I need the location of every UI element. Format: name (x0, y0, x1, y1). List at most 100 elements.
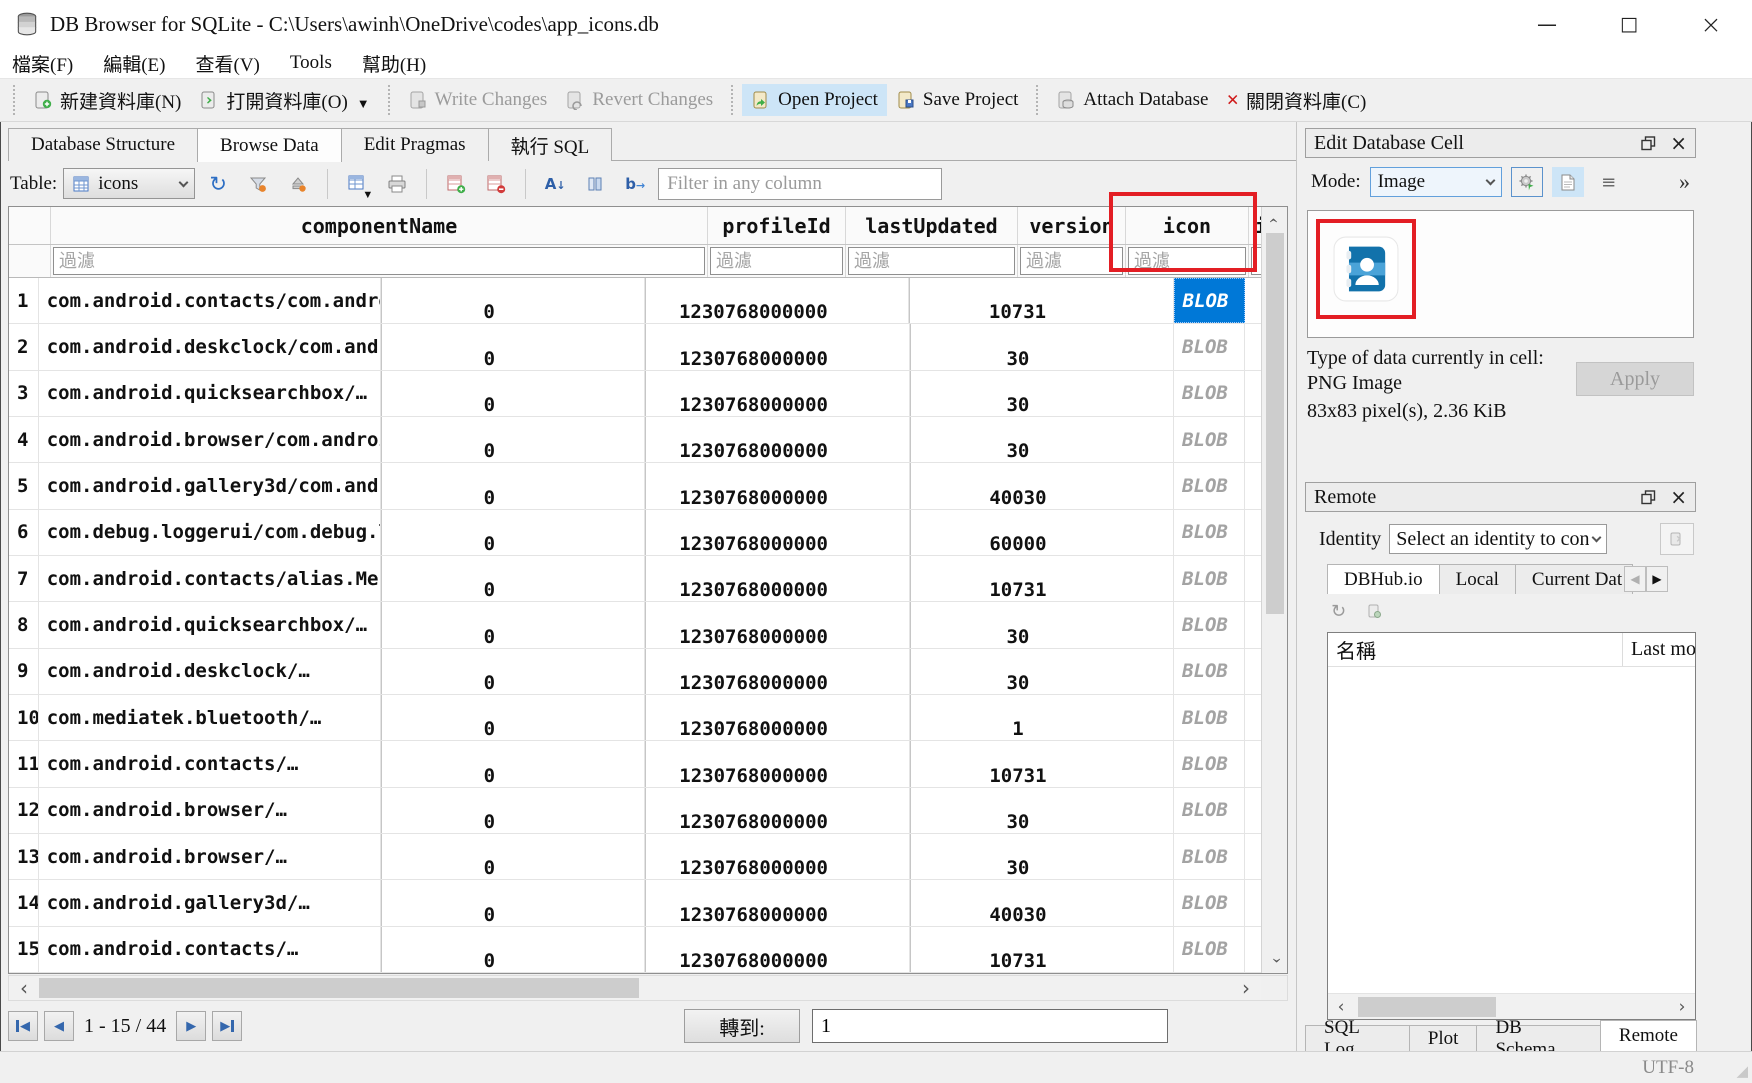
row-number-cell[interactable]: 15 (9, 927, 39, 972)
tab-sql-log[interactable]: SQL Log (1305, 1025, 1410, 1051)
identity-select[interactable]: Select an identity to conne (1389, 524, 1607, 554)
truncated-cell[interactable] (1245, 463, 1261, 508)
horizontal-scrollbar-thumb[interactable] (39, 978, 639, 998)
lastupdated-cell[interactable]: 1230768000000 (645, 602, 909, 647)
tab-execute-sql[interactable]: 執行 SQL (488, 128, 613, 161)
header-lastupdated[interactable]: lastUpdated (846, 207, 1018, 244)
componentname-cell[interactable]: com.android.browser/… (39, 788, 381, 833)
icon-blob-cell[interactable]: BLOB (1174, 834, 1245, 879)
tab-dbhub[interactable]: DBHub.io (1327, 564, 1440, 594)
truncated-cell[interactable] (1245, 556, 1261, 601)
tab-current-database[interactable]: Current Dat (1515, 564, 1633, 594)
row-number-cell[interactable]: 12 (9, 788, 39, 833)
truncated-cell[interactable] (1245, 880, 1261, 925)
print-button[interactable] (380, 168, 414, 200)
componentname-cell[interactable]: com.android.deskclock/com.android.deskcl… (39, 324, 381, 369)
version-cell[interactable]: 40030 (910, 880, 1174, 925)
filter-input-profileid[interactable] (710, 247, 843, 275)
profileid-cell[interactable]: 0 (381, 324, 645, 369)
lastupdated-cell[interactable]: 1230768000000 (645, 695, 909, 740)
menu-item-tools[interactable]: Tools (290, 52, 332, 74)
open-database-dropdown-icon[interactable]: ▼ (357, 96, 370, 114)
lastupdated-cell[interactable]: 1230768000000 (645, 417, 909, 462)
version-cell[interactable]: 10731 (910, 927, 1174, 972)
filter-input-componentname[interactable] (53, 247, 705, 275)
filter-input-icon[interactable] (1128, 247, 1246, 275)
profileid-cell[interactable]: 0 (381, 510, 645, 555)
global-filter-input[interactable] (658, 168, 942, 200)
icon-blob-cell[interactable]: BLOB (1174, 371, 1245, 416)
goto-record-input[interactable] (812, 1009, 1168, 1043)
horizontal-scrollbar[interactable]: ‹ › (8, 975, 1288, 1001)
table-row[interactable]: 14 com.android.gallery3d/… 0 12307680000… (9, 880, 1261, 926)
row-number-cell[interactable]: 11 (9, 741, 39, 786)
scroll-down-icon[interactable]: ‹ (1264, 949, 1286, 971)
attach-database-button[interactable]: Attach Database (1047, 84, 1217, 116)
filter-input-lastupdated[interactable] (848, 247, 1015, 275)
truncated-cell[interactable] (1245, 417, 1261, 462)
lastupdated-cell[interactable]: 1230768000000 (645, 741, 909, 786)
float-panel-icon[interactable] (1641, 136, 1656, 151)
scroll-left-icon[interactable]: ‹ (1328, 997, 1354, 1017)
lastupdated-cell[interactable]: 1230768000000 (645, 510, 909, 555)
componentname-cell[interactable]: com.android.contacts/… (39, 927, 381, 972)
lastupdated-cell[interactable]: 1230768000000 (645, 880, 909, 925)
first-record-button[interactable]: ◀ (8, 1011, 38, 1041)
row-number-cell[interactable]: 5 (9, 463, 39, 508)
version-cell[interactable]: 30 (910, 417, 1174, 462)
maximize-button[interactable]: □ (1588, 0, 1670, 48)
icon-blob-cell[interactable]: BLOB (1174, 278, 1245, 323)
truncated-cell[interactable] (1245, 324, 1261, 369)
open-database-button[interactable]: 打開資料庫(O) ▼ (190, 82, 378, 119)
icon-blob-cell[interactable]: BLOB (1174, 324, 1245, 369)
close-button[interactable]: × (1670, 0, 1752, 48)
row-number-cell[interactable]: 9 (9, 649, 39, 694)
profileid-cell[interactable]: 0 (381, 278, 645, 323)
menu-item-view[interactable]: 查看(V) (196, 50, 260, 77)
new-database-button[interactable]: 新建資料庫(N) (24, 82, 190, 119)
clone-database-icon[interactable] (1366, 603, 1382, 619)
scroll-right-icon[interactable]: › (1231, 976, 1261, 1000)
row-number-cell[interactable]: 7 (9, 556, 39, 601)
mode-select[interactable]: Image (1370, 167, 1502, 197)
table-row[interactable]: 12 com.android.browser/… 0 1230768000000… (9, 788, 1261, 834)
clear-filters-button[interactable] (241, 168, 275, 200)
next-record-button[interactable]: ▶ (176, 1011, 206, 1041)
scroll-up-icon[interactable]: ‹ (1264, 209, 1286, 231)
truncated-cell[interactable] (1245, 278, 1261, 323)
table-row[interactable]: 15 com.android.contacts/… 0 123076800000… (9, 927, 1261, 973)
profileid-cell[interactable]: 0 (381, 417, 645, 462)
truncated-cell[interactable] (1245, 510, 1261, 555)
table-row[interactable]: 4 com.android.browser/com.android.browse… (9, 417, 1261, 463)
componentname-cell[interactable]: com.debug.loggerui/com.debug.loggerui.Ma… (39, 510, 381, 555)
table-select[interactable]: icons (63, 168, 195, 199)
truncated-cell[interactable] (1245, 834, 1261, 879)
list-header-last-modified[interactable]: Last mo (1623, 633, 1695, 666)
row-number-cell[interactable]: 3 (9, 371, 39, 416)
scroll-left-icon[interactable]: ‹ (9, 976, 39, 1000)
list-header-name[interactable]: 名稱 (1328, 633, 1623, 666)
profileid-cell[interactable]: 0 (381, 371, 645, 416)
componentname-cell[interactable]: com.android.gallery3d/com.android.galler… (39, 463, 381, 508)
lastupdated-cell[interactable]: 1230768000000 (645, 649, 909, 694)
profileid-cell[interactable]: 0 (381, 741, 645, 786)
print-rows-button[interactable] (578, 168, 612, 200)
more-options-button[interactable]: » (1679, 169, 1690, 195)
icon-blob-cell[interactable]: BLOB (1174, 695, 1245, 740)
open-project-button[interactable]: Open Project (742, 84, 887, 116)
vertical-scrollbar-thumb[interactable] (1266, 233, 1284, 614)
filter-input-truncated[interactable] (1251, 247, 1261, 275)
icon-blob-cell[interactable]: BLOB (1174, 880, 1245, 925)
remote-scrollbar-thumb[interactable] (1358, 997, 1496, 1017)
lastupdated-cell[interactable]: 1230768000000 (645, 463, 909, 508)
profileid-cell[interactable]: 0 (381, 695, 645, 740)
truncated-cell[interactable] (1245, 649, 1261, 694)
componentname-cell[interactable]: com.android.quicksearchbox/… (39, 602, 381, 647)
truncated-cell[interactable] (1245, 695, 1261, 740)
refresh-button[interactable]: ↻ (201, 168, 235, 200)
header-icon[interactable]: icon (1126, 207, 1249, 244)
componentname-cell[interactable]: com.android.contacts/… (39, 741, 381, 786)
write-changes-button[interactable]: Write Changes (399, 84, 557, 116)
jump-to-cell-button[interactable]: b→ (618, 168, 652, 200)
last-record-button[interactable]: ▶ (212, 1011, 242, 1041)
